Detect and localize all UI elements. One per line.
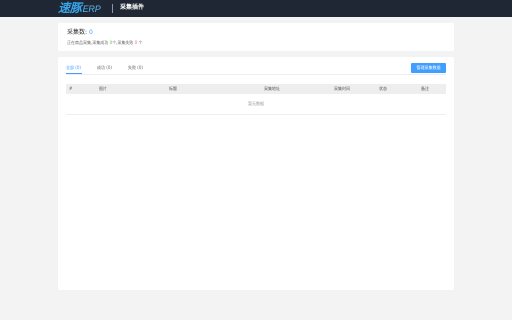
column-header-image[interactable]: 图片	[99, 84, 107, 94]
column-header-index[interactable]: #	[69, 84, 72, 94]
logo-text: 速豚	[58, 1, 82, 15]
progress-prefix: 正在商品采集,采集成功	[67, 40, 109, 45]
fail-unit: 个	[138, 40, 143, 45]
column-header-remark[interactable]: 备注	[421, 84, 429, 94]
results-card: 全部 (0) 成功 (0) 失败 (0) 管理采集数据 # 图片 标题 采集地址…	[58, 57, 454, 290]
logo-subtext: ERP	[82, 4, 101, 14]
page-title: 采集插件	[120, 4, 145, 11]
column-header-title[interactable]: 标题	[169, 84, 177, 94]
tabs-divider	[66, 74, 446, 75]
tab-all[interactable]: 全部 (0)	[66, 65, 81, 71]
column-header-status[interactable]: 状态	[379, 84, 387, 94]
empty-state-text: 暂无数据	[248, 101, 264, 106]
column-header-time[interactable]: 采集时间	[334, 84, 350, 94]
collect-total: 采集数: 0	[67, 29, 93, 37]
collect-total-value: 0	[89, 29, 93, 36]
tab-success[interactable]: 成功 (0)	[97, 65, 112, 71]
header-divider	[112, 4, 113, 13]
manage-collected-data-button[interactable]: 管理采集数据	[411, 63, 446, 73]
collect-total-label: 采集数:	[67, 29, 88, 36]
summary-card: 采集数: 0 正在商品采集,采集成功 0个,采集失败 0 个	[58, 23, 454, 51]
collect-progress-text: 正在商品采集,采集成功 0个,采集失败 0 个	[67, 40, 143, 46]
table-header: # 图片 标题 采集地址 采集时间 状态 备注	[66, 84, 446, 94]
top-bar: 速豚ERP 采集插件	[0, 0, 512, 17]
table-bottom-rule	[66, 114, 446, 115]
success-unit: 个,采集失败	[112, 40, 134, 45]
tab-failed[interactable]: 失败 (0)	[128, 65, 143, 71]
brand-logo[interactable]: 速豚ERP	[58, 1, 101, 16]
fail-count: 0	[134, 40, 138, 45]
column-header-url[interactable]: 采集地址	[264, 84, 280, 94]
